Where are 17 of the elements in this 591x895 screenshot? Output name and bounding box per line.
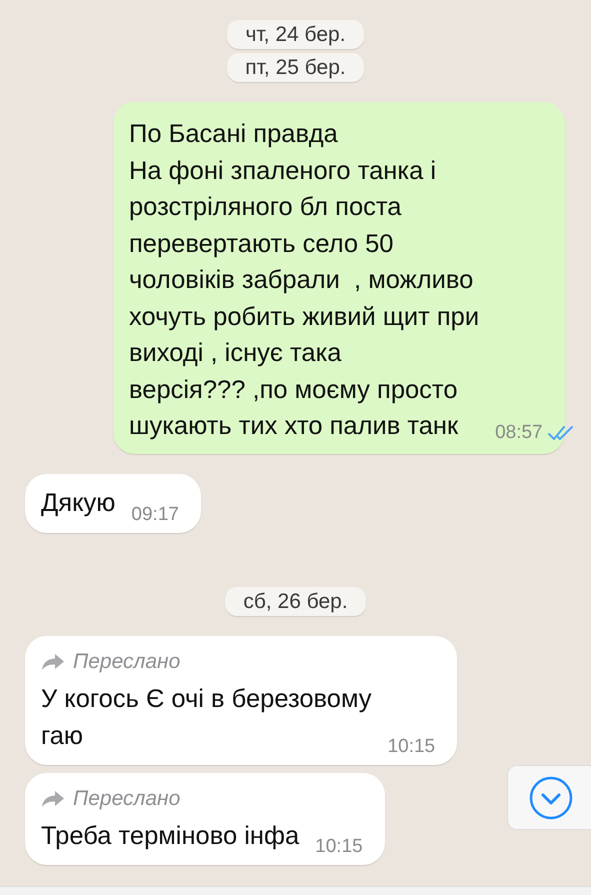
message-text: По Басані правда На фоні зпаленого танка і розстріляного бл поста перевертають село 50 чоловіків забрали , можливо хочуть робить живий щит при виході , існує така версія??? ,по моєму просто шукають тих хто палив танк (129, 119, 480, 442)
date-label: чт, 24 бер. (227, 20, 364, 50)
chevron-down-icon (528, 774, 574, 820)
scroll-down-button[interactable] (507, 765, 591, 830)
forward-icon (41, 790, 65, 808)
message-time: 08:57 (495, 421, 543, 446)
forwarded-label: Переслано (73, 786, 180, 812)
message-time: 10:15 (388, 734, 436, 759)
date-label: сб, 26 бер. (225, 586, 366, 616)
forward-icon (41, 653, 65, 672)
message-time: 09:17 (131, 502, 179, 527)
message-text: Дякую (41, 488, 116, 520)
message-text: У когось Є очі в березовому гаю (41, 684, 372, 752)
forwarded-label: Переслано (73, 649, 180, 676)
message-text: Треба терміново інфа (41, 821, 300, 852)
date-label: пт, 25 бер. (227, 53, 364, 82)
message-time: 10:15 (315, 835, 363, 860)
